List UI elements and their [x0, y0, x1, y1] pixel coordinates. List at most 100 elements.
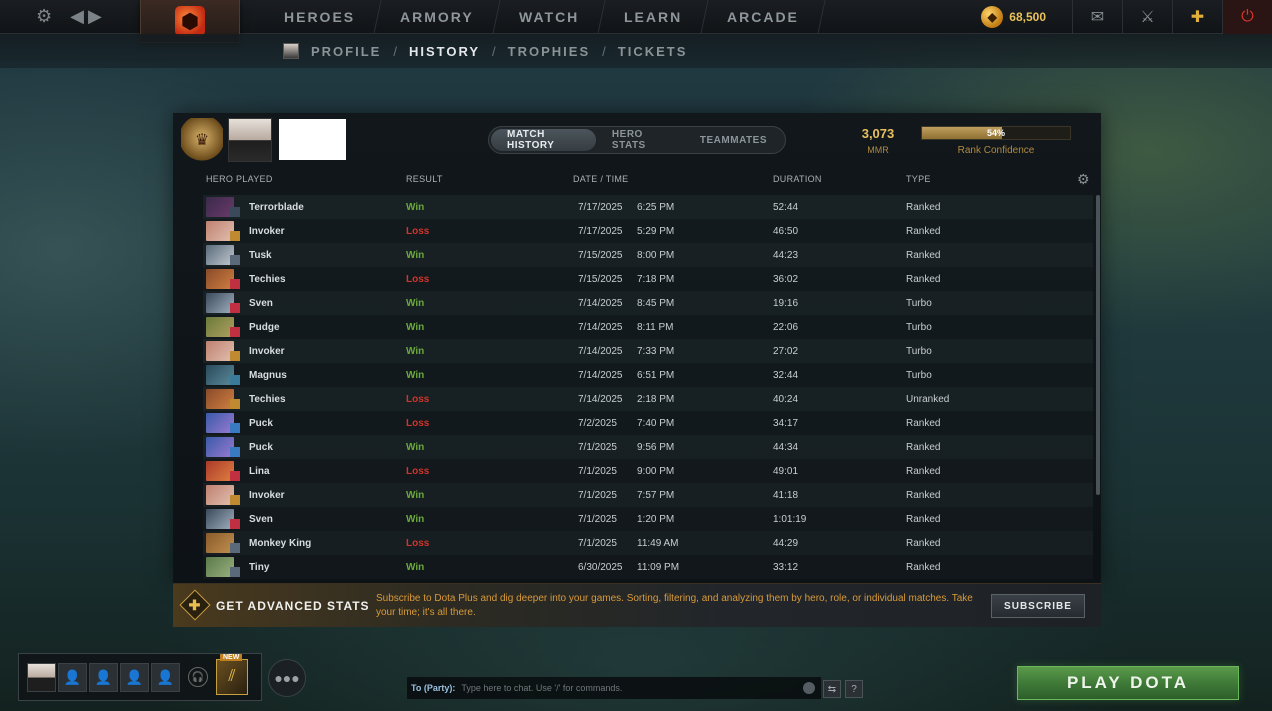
player-avatar[interactable]: [228, 118, 272, 162]
voice-chat-icon[interactable]: 🎧: [188, 667, 208, 687]
dota-plus-icon: ✚: [179, 589, 211, 621]
nav-watch[interactable]: WATCH: [493, 0, 606, 34]
hero-name: Puck: [249, 442, 273, 453]
battlepass-button[interactable]: NEW ⫽: [216, 654, 248, 695]
party-slot-empty[interactable]: 👤: [120, 662, 149, 692]
table-row[interactable]: Sven Win 7/14/2025 8:45 PM 19:16 Turbo: [203, 291, 1093, 315]
armor-button[interactable]: ⚔: [1122, 0, 1172, 34]
header-duration[interactable]: DURATION: [773, 174, 822, 184]
dota-plus-button[interactable]: ✚: [1172, 0, 1222, 34]
match-date: 7/17/2025: [578, 202, 623, 213]
match-duration: 44:29: [773, 538, 799, 549]
top-nav-bar: ⚙ ◀ ▶ ⬢ HEROES ARMORY WATCH LEARN ARCADE ◆ 6…: [0, 0, 1272, 43]
emoji-icon[interactable]: [803, 682, 815, 694]
match-result: Win: [406, 298, 425, 309]
person-icon: 👤: [156, 668, 175, 685]
table-row[interactable]: Techies Loss 7/15/2025 7:18 PM 36:02 Ranked: [203, 267, 1093, 291]
panel-header: ♛ MATCH HISTORY HERO STATS TEAMMATES 3,073…: [173, 113, 1101, 169]
subnav-separator: /: [602, 43, 606, 59]
chat-channel-label[interactable]: To (Party):: [411, 683, 455, 693]
tab-hero-stats[interactable]: HERO STATS: [596, 129, 684, 151]
nav-label: ARCADE: [727, 9, 800, 25]
nav-label: HEROES: [284, 9, 356, 25]
subnav-profile[interactable]: PROFILE: [311, 44, 381, 59]
match-duration: 33:12: [773, 562, 799, 573]
gear-icon[interactable]: ⚙: [36, 4, 52, 28]
party-slot-self[interactable]: [27, 662, 56, 692]
chevron-right-icon[interactable]: ▶: [88, 4, 102, 28]
subscribe-button[interactable]: SUBSCRIBE: [991, 594, 1085, 618]
header-hero-played[interactable]: HERO PLAYED: [206, 174, 273, 184]
table-row[interactable]: Tiny Win 6/30/2025 11:09 PM 33:12 Ranked: [203, 555, 1093, 579]
match-type: Ranked: [906, 250, 941, 261]
table-row[interactable]: Invoker Win 7/1/2025 7:57 PM 41:18 Ranked: [203, 483, 1093, 507]
match-time: 9:56 PM: [637, 442, 675, 453]
nav-learn[interactable]: LEARN: [598, 0, 709, 34]
match-time: 9:00 PM: [637, 466, 675, 477]
table-row[interactable]: Magnus Win 7/14/2025 6:51 PM 32:44 Turbo: [203, 363, 1093, 387]
match-result: Win: [406, 346, 425, 357]
chat-wheel-button[interactable]: ⇆: [823, 680, 841, 698]
table-row[interactable]: Terrorblade Win 7/17/2025 6:25 PM 52:44 Ranke…: [203, 195, 1093, 219]
table-row[interactable]: Monkey King Loss 7/1/2025 11:49 AM 44:29 Rank…: [203, 531, 1093, 555]
role-icon: [230, 471, 240, 481]
play-dota-button[interactable]: PLAY DOTA: [1017, 666, 1239, 700]
profile-avatar-small[interactable]: [283, 43, 299, 59]
subnav-trophies[interactable]: TROPHIES: [508, 44, 590, 59]
table-row[interactable]: Invoker Loss 7/17/2025 5:29 PM 46:50 Ranked: [203, 219, 1093, 243]
tab-teammates[interactable]: TEAMMATES: [684, 129, 783, 151]
shards-balance[interactable]: ◆ 68,500: [981, 6, 1046, 28]
battlepass-icon: ⫽: [228, 668, 236, 685]
header-result[interactable]: RESULT: [406, 174, 443, 184]
match-result: Loss: [406, 274, 430, 285]
table-row[interactable]: Puck Win 7/1/2025 9:56 PM 44:34 Ranked: [203, 435, 1093, 459]
chevron-left-icon[interactable]: ◀: [70, 4, 84, 28]
match-date: 7/14/2025: [578, 370, 623, 381]
subnav-history[interactable]: HISTORY: [409, 44, 480, 59]
friends-button[interactable]: ●●●: [268, 659, 306, 697]
table-scrollbar[interactable]: [1096, 195, 1100, 495]
match-time: 6:25 PM: [637, 202, 675, 213]
match-duration: 44:34: [773, 442, 799, 453]
header-type[interactable]: TYPE: [906, 174, 931, 184]
table-row[interactable]: Techies Loss 7/14/2025 2:18 PM 40:24 Unranked: [203, 387, 1093, 411]
shards-amount: 68,500: [1009, 10, 1046, 24]
table-settings-gear-icon[interactable]: ⚙: [1077, 171, 1090, 188]
nav-heroes[interactable]: HEROES: [258, 0, 382, 34]
party-slot-empty[interactable]: 👤: [89, 662, 118, 692]
chat-input[interactable]: [461, 683, 803, 693]
tab-match-history[interactable]: MATCH HISTORY: [491, 129, 596, 151]
table-header: HERO PLAYED RESULT DATE / TIME DURATION …: [173, 169, 1101, 191]
dota-logo-icon: ⬢: [175, 6, 205, 36]
match-rows: Terrorblade Win 7/17/2025 6:25 PM 52:44 Ranke…: [203, 195, 1093, 583]
hero-name: Tusk: [249, 250, 272, 261]
help-button[interactable]: ?: [845, 680, 863, 698]
match-type: Turbo: [906, 298, 932, 309]
role-icon: [230, 303, 240, 313]
nav-label: ARMORY: [400, 9, 474, 25]
table-row[interactable]: Sven Win 7/1/2025 1:20 PM 1:01:19 Ranked: [203, 507, 1093, 531]
party-slot-empty[interactable]: 👤: [151, 662, 180, 692]
match-time: 11:09 PM: [637, 562, 680, 573]
party-slot-empty[interactable]: 👤: [58, 662, 87, 692]
hero-name: Lina: [249, 466, 270, 477]
mail-button[interactable]: ✉: [1072, 0, 1122, 34]
table-row[interactable]: Invoker Win 7/14/2025 7:33 PM 27:02 Turbo: [203, 339, 1093, 363]
rank-medal-icon[interactable]: ♛: [181, 118, 223, 162]
table-row[interactable]: Tusk Win 7/15/2025 8:00 PM 44:23 Ranked: [203, 243, 1093, 267]
nav-armory[interactable]: ARMORY: [374, 0, 501, 34]
header-date-time[interactable]: DATE / TIME: [573, 174, 628, 184]
match-date: 7/1/2025: [578, 514, 617, 525]
mmr-label: MMR: [867, 145, 889, 155]
subnav-separator: /: [492, 43, 496, 59]
table-row[interactable]: Puck Loss 7/2/2025 7:40 PM 34:17 Ranked: [203, 411, 1093, 435]
nav-arcade[interactable]: ARCADE: [701, 0, 826, 34]
match-result: Win: [406, 202, 425, 213]
table-row[interactable]: Pudge Win 7/14/2025 8:11 PM 22:06 Turbo: [203, 315, 1093, 339]
subnav-tickets[interactable]: TICKETS: [618, 44, 688, 59]
shards-icon: ◆: [981, 6, 1004, 28]
power-button[interactable]: ⏻: [1222, 0, 1272, 34]
table-row[interactable]: Lina Loss 7/1/2025 9:00 PM 49:01 Ranked: [203, 459, 1093, 483]
match-duration: 32:44: [773, 370, 799, 381]
profile-tabs: MATCH HISTORY HERO STATS TEAMMATES: [488, 126, 786, 154]
